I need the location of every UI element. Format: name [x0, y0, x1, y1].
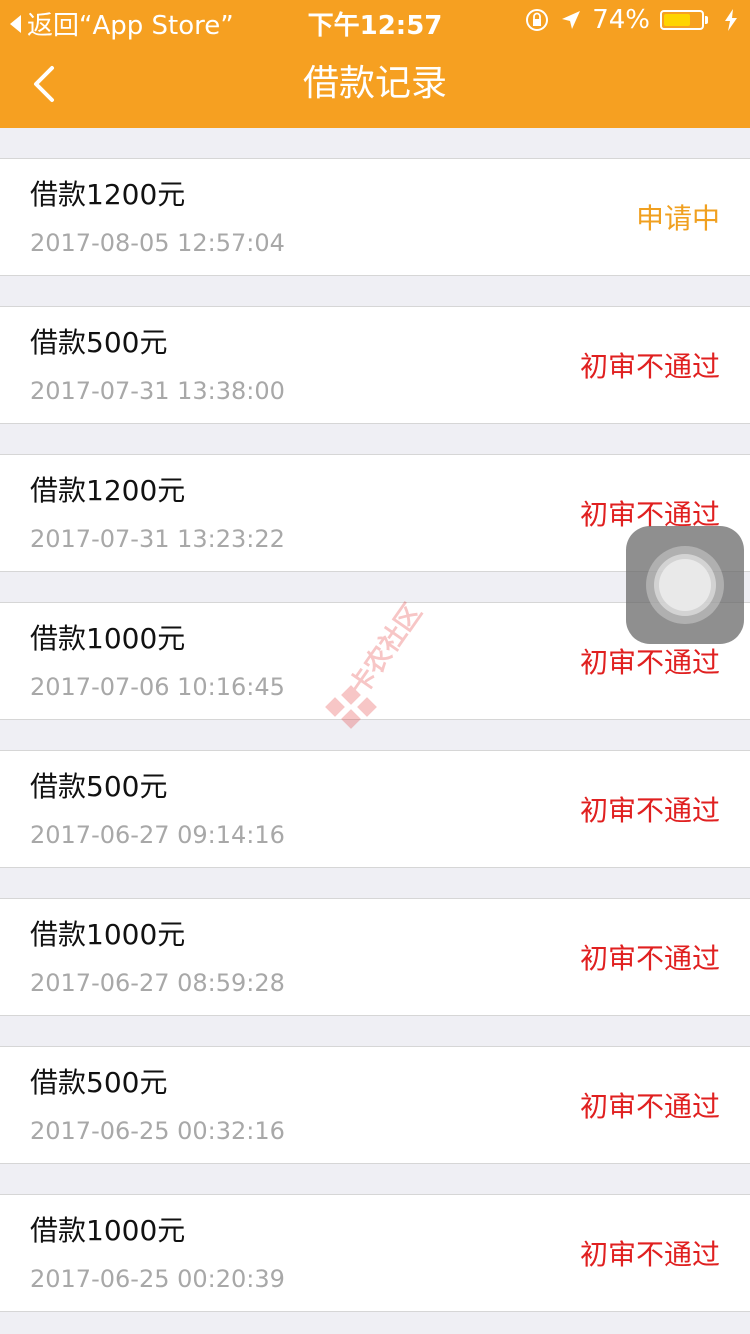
loan-amount: 借款1000元	[30, 918, 186, 951]
loan-date: 2017-06-25 00:32:16	[30, 1117, 285, 1145]
loan-date: 2017-06-27 08:59:28	[30, 969, 285, 997]
rotation-lock-icon	[526, 9, 549, 31]
loan-date: 2017-07-06 10:16:45	[30, 673, 285, 701]
loan-amount: 借款1000元	[30, 1214, 186, 1247]
loan-record-item[interactable]: 借款1000元 2017-06-25 00:20:39 初审不通过	[0, 1194, 750, 1312]
loan-status: 初审不通过	[579, 794, 720, 827]
loan-date: 2017-07-31 13:38:00	[30, 377, 285, 405]
watermark-logo: 卡农社区	[325, 600, 428, 729]
loan-amount: 借款1200元	[30, 474, 186, 507]
assistive-touch-icon	[659, 559, 711, 611]
loan-status: 初审不通过	[579, 646, 720, 679]
loan-record-item[interactable]: 借款1200元 2017-08-05 12:57:04 申请中	[0, 158, 750, 276]
loan-amount: 借款500元	[30, 770, 168, 803]
loan-amount: 借款1200元	[30, 178, 186, 211]
loan-status: 初审不通过	[579, 1090, 720, 1123]
loan-amount: 借款1000元	[30, 622, 186, 655]
battery-icon	[660, 10, 708, 30]
status-bar: 返回“App Store” 下午12:57 74%	[0, 0, 750, 41]
loan-date: 2017-06-25 00:20:39	[30, 1265, 285, 1293]
loan-date: 2017-06-27 09:14:16	[30, 821, 285, 849]
page-title: 借款记录	[302, 63, 447, 104]
battery-percent: 74%	[592, 5, 650, 35]
charging-bolt-icon	[725, 9, 737, 31]
location-arrow-icon	[562, 11, 581, 29]
loan-record-item[interactable]: 借款500元 2017-06-27 09:14:16 初审不通过	[0, 750, 750, 868]
loan-amount: 借款500元	[30, 326, 168, 359]
svg-text:卡农社区: 卡农社区	[343, 600, 428, 701]
loan-status: 初审不通过	[579, 1238, 720, 1271]
loan-record-item[interactable]: 借款500元 2017-07-31 13:38:00 初审不通过	[0, 306, 750, 424]
loan-record-item[interactable]: 借款1000元 2017-06-27 08:59:28 初审不通过	[0, 898, 750, 1016]
loan-date: 2017-08-05 12:57:04	[30, 229, 285, 257]
loan-status: 初审不通过	[579, 350, 720, 383]
loan-status: 申请中	[635, 202, 720, 235]
loan-status: 初审不通过	[579, 942, 720, 975]
app-header: 返回“App Store” 下午12:57 74% 借款记录	[0, 0, 750, 128]
loan-date: 2017-07-31 13:23:22	[30, 525, 285, 553]
loan-amount: 借款500元	[30, 1066, 168, 1099]
status-indicators: 74%	[524, 5, 738, 35]
loan-record-item[interactable]: 借款500元 2017-06-25 00:32:16 初审不通过	[0, 1046, 750, 1164]
assistive-touch-button[interactable]	[626, 526, 744, 644]
